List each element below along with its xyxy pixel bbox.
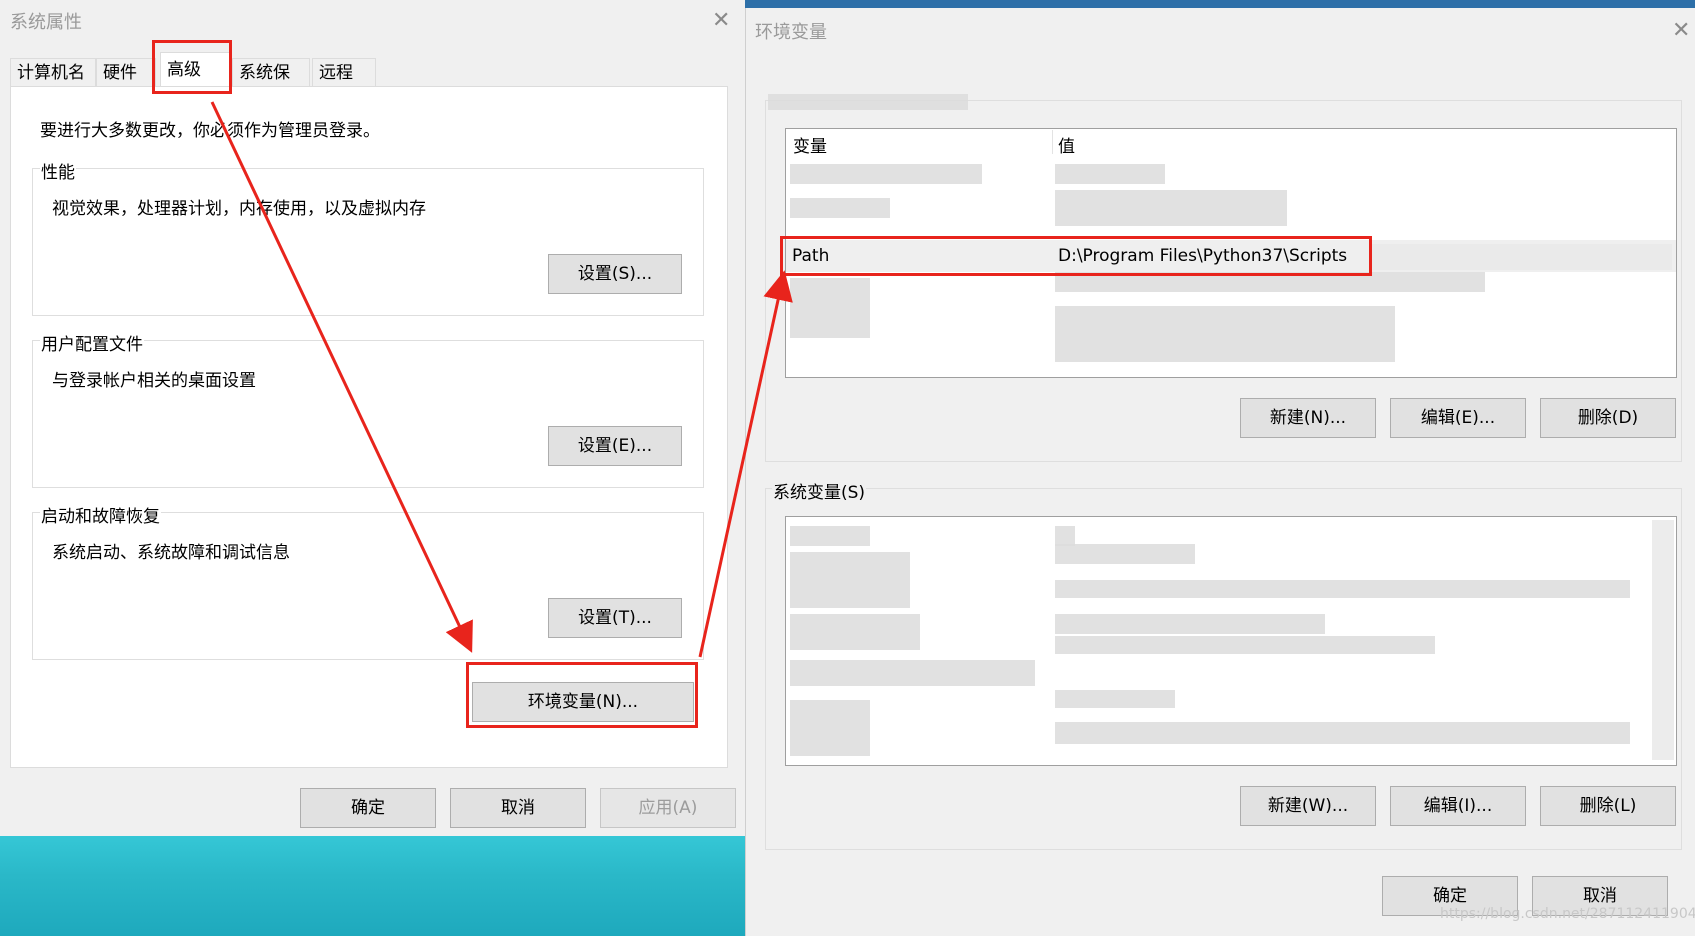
- annotation-arrows: [210, 101, 793, 658]
- arrow-button-to-path: [698, 270, 793, 658]
- arrow-tab-to-button: [210, 101, 473, 653]
